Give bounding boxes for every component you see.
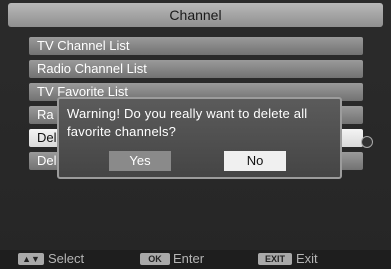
- enter-hint: Enter: [173, 251, 205, 266]
- menu-item-radio-channel-list[interactable]: Radio Channel List: [29, 60, 363, 78]
- exit-key-icon: EXIT: [258, 253, 292, 265]
- page-title: Channel: [8, 3, 383, 27]
- tv-screen: Channel TV Channel List Radio Channel Li…: [0, 0, 391, 269]
- up-down-key-icon: ▲▼: [18, 253, 44, 265]
- ok-key-icon: OK: [140, 253, 170, 265]
- select-hint: Select: [48, 251, 85, 266]
- menu-item-tv-channel-list[interactable]: TV Channel List: [29, 37, 363, 55]
- exit-hint: Exit: [296, 251, 318, 266]
- selection-indicator-icon: [361, 136, 373, 148]
- dialog-message: Warning! Do you really want to delete al…: [67, 106, 308, 139]
- yes-button[interactable]: Yes: [109, 151, 171, 171]
- no-button[interactable]: No: [224, 151, 286, 171]
- key-hint-bar: ▲▼ Select OK Enter EXIT Exit: [0, 250, 391, 269]
- confirm-dialog: Warning! Do you really want to delete al…: [57, 97, 342, 179]
